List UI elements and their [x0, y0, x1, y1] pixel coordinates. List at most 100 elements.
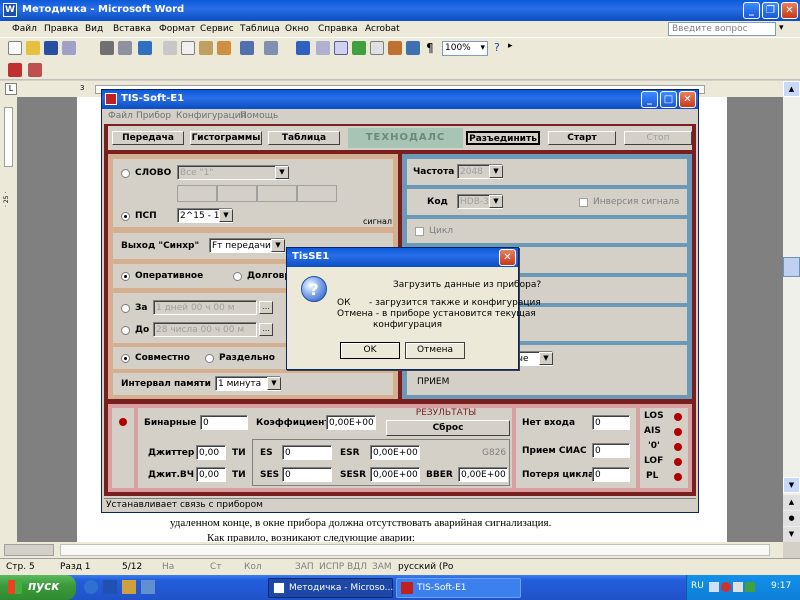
copy-icon[interactable] [181, 41, 195, 55]
open-folder-icon[interactable] [26, 41, 40, 55]
insert-table-icon[interactable] [334, 41, 348, 55]
tray-network-icon[interactable] [709, 582, 719, 592]
menu-edit[interactable]: Правка [44, 24, 78, 34]
menu-window[interactable]: Окно [285, 24, 309, 34]
start-button-xp[interactable]: пуск [0, 575, 76, 600]
insert-excel-icon[interactable] [352, 41, 366, 55]
start-button[interactable]: Старт [548, 131, 616, 145]
disconnect-button[interactable]: Разъединить [466, 131, 540, 145]
cut-icon[interactable] [163, 41, 177, 55]
word-select[interactable]: Все "1" [177, 165, 289, 180]
new-document-icon[interactable] [8, 41, 22, 55]
restore-button[interactable]: ❐ [762, 2, 779, 19]
za-radio[interactable] [121, 304, 130, 313]
close-button[interactable]: ✕ [781, 2, 798, 19]
browse-object-button[interactable]: ● [783, 511, 800, 526]
print-preview-icon[interactable] [118, 41, 132, 55]
print-icon[interactable] [100, 41, 114, 55]
tray-device-icon[interactable] [745, 582, 755, 592]
app-close-button[interactable]: ✕ [679, 91, 696, 108]
tray-language[interactable]: RU [691, 581, 704, 591]
menu-tools[interactable]: Сервис [200, 24, 234, 34]
scroll-down-button[interactable]: ▼ [783, 477, 800, 493]
menu-file[interactable]: Файл [12, 24, 37, 34]
app-menu-file[interactable]: Файл [108, 111, 133, 121]
scroll-track[interactable] [60, 544, 770, 556]
permission-icon[interactable] [62, 41, 76, 55]
za-picker-button[interactable]: … [259, 301, 273, 314]
app-menu-config[interactable]: Конфигурация [176, 111, 246, 121]
operative-radio[interactable] [121, 272, 130, 281]
menu-format[interactable]: Формат [159, 24, 196, 34]
app-maximize-button[interactable]: □ [660, 91, 677, 108]
menu-acrobat[interactable]: Acrobat [365, 24, 400, 34]
code-dropdown-icon[interactable]: ▼ [489, 195, 503, 208]
reset-button[interactable]: Сброс [386, 420, 510, 436]
inverse-checkbox[interactable] [579, 198, 588, 207]
tray-security-icon[interactable] [721, 582, 731, 592]
dialog-close-button[interactable]: ✕ [499, 249, 516, 266]
histograms-button[interactable]: Гистограммы [190, 131, 262, 145]
save-icon[interactable] [44, 41, 58, 55]
menu-help[interactable]: Справка [318, 24, 358, 34]
tab-selector[interactable]: L [5, 83, 17, 95]
app-menu-help[interactable]: Помощь [240, 111, 278, 121]
columns-icon[interactable] [370, 41, 384, 55]
menu-view[interactable]: Вид [85, 24, 103, 34]
long-term-radio[interactable] [233, 272, 242, 281]
app-minimize-button[interactable]: _ [641, 91, 658, 108]
prev-page-button[interactable]: ▲ [783, 495, 800, 510]
quicklaunch-ie-icon[interactable] [84, 580, 98, 594]
show-formatting-icon[interactable]: ¶ [426, 41, 434, 55]
interval-dropdown-icon[interactable]: ▼ [267, 377, 281, 390]
transmit-button[interactable]: Передача [112, 131, 184, 145]
convert-pdf-icon[interactable] [8, 63, 22, 77]
undo-icon[interactable] [240, 41, 254, 55]
together-radio[interactable] [121, 354, 130, 363]
scroll-up-button[interactable]: ▲ [783, 81, 800, 97]
do-input[interactable]: 28 числа 00 ч 00 м [153, 322, 257, 337]
help-dropdown-icon[interactable]: ▾ [779, 23, 784, 33]
help-icon[interactable]: ? [494, 41, 500, 54]
tray-volume-icon[interactable] [733, 582, 743, 592]
vertical-scrollbar[interactable]: ▲ ▼ ▲ ● ▼ [783, 81, 800, 542]
word-dropdown-icon[interactable]: ▼ [275, 166, 289, 179]
separate-radio[interactable] [205, 354, 214, 363]
quicklaunch-desktop-icon[interactable] [141, 580, 155, 594]
word-radio[interactable] [121, 169, 130, 178]
cycle-checkbox[interactable] [415, 227, 424, 236]
toolbar-options-icon[interactable]: ▸ [508, 41, 513, 51]
table-button[interactable]: Таблица [268, 131, 340, 145]
hyperlink-icon[interactable] [296, 41, 310, 55]
minimize-button[interactable]: _ [743, 2, 760, 19]
quicklaunch-mail-icon[interactable] [122, 580, 136, 594]
drawing-icon[interactable] [388, 41, 402, 55]
do-picker-button[interactable]: … [259, 323, 273, 336]
app-titlebar[interactable]: TIS-Soft-E1 _ □ ✕ [102, 90, 698, 109]
view-buttons[interactable] [4, 544, 54, 556]
sync-dropdown-icon[interactable]: ▼ [271, 239, 285, 252]
dialog-titlebar[interactable]: TisSE1 ✕ [287, 248, 518, 267]
word-titlebar[interactable]: W Методичка - Microsoft Word _ ❐ ✕ [0, 0, 800, 21]
menu-table[interactable]: Таблица [240, 24, 280, 34]
document-map-icon[interactable] [406, 41, 420, 55]
freq-dropdown-icon[interactable]: ▼ [489, 165, 503, 178]
menu-insert[interactable]: Вставка [113, 24, 151, 34]
za-input[interactable]: 1 дней 00 ч 00 м [153, 300, 257, 315]
help-search-input[interactable]: Введите вопрос [668, 22, 776, 36]
app-menu-device[interactable]: Прибор [136, 111, 171, 121]
next-page-button[interactable]: ▼ [783, 527, 800, 542]
zoom-select[interactable]: 100% ▾ [442, 41, 488, 56]
spelling-icon[interactable] [138, 41, 152, 55]
ok-button[interactable]: OK [340, 342, 400, 359]
scroll-thumb[interactable] [783, 257, 800, 277]
do-radio[interactable] [121, 326, 130, 335]
paste-icon[interactable] [199, 41, 213, 55]
receive-data-dropdown-icon[interactable]: ▼ [539, 352, 553, 365]
task-tis[interactable]: TIS-Soft-E1 [396, 578, 521, 598]
convert-pdf-email-icon[interactable] [28, 63, 42, 77]
stop-button[interactable]: Стоп [624, 131, 692, 145]
horizontal-scrollbar[interactable] [0, 542, 783, 558]
format-painter-icon[interactable] [217, 41, 231, 55]
redo-icon[interactable] [264, 41, 278, 55]
